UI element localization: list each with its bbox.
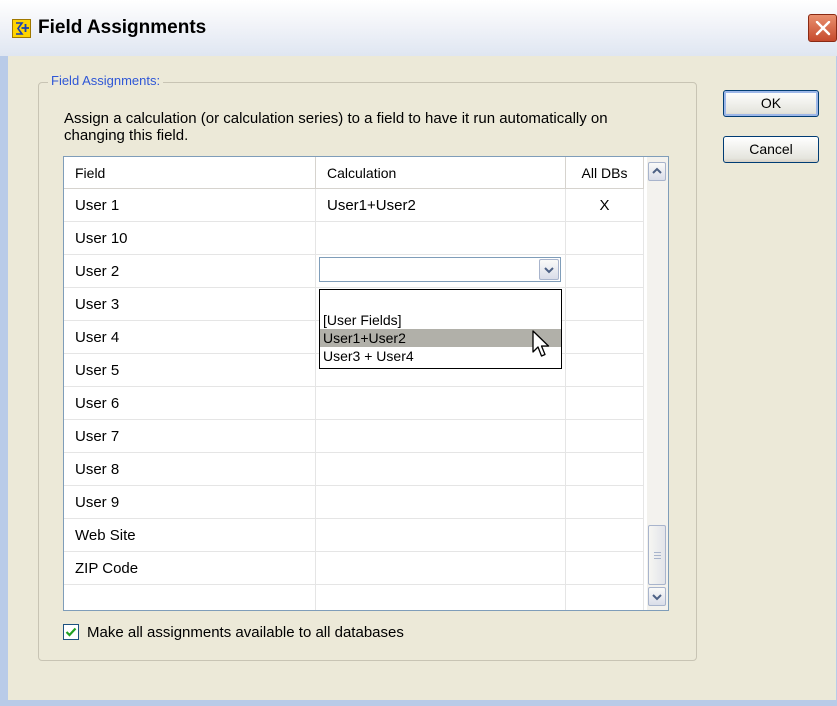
- calculation-cell[interactable]: [316, 486, 566, 519]
- all-dbs-cell[interactable]: [566, 420, 644, 453]
- field-cell[interactable]: User 5: [64, 354, 316, 387]
- table-row[interactable]: User 9: [64, 486, 644, 519]
- calculation-cell[interactable]: [316, 519, 566, 552]
- calculation-cell[interactable]: [316, 420, 566, 453]
- table-row[interactable]: User 10: [64, 222, 644, 255]
- calculation-cell[interactable]: [316, 387, 566, 420]
- scroll-down-icon[interactable]: [648, 587, 666, 606]
- table-row[interactable]: [64, 585, 644, 610]
- dialog-title: Field Assignments: [38, 17, 207, 38]
- scrollbar-thumb[interactable]: [648, 525, 666, 585]
- grip-line: [654, 552, 661, 553]
- all-dbs-cell[interactable]: [566, 453, 644, 486]
- dropdown-option[interactable]: [User Fields]: [320, 311, 561, 329]
- grip-line: [654, 558, 661, 559]
- dropdown-option[interactable]: User3 + User4: [320, 347, 561, 365]
- field-cell[interactable]: User 2: [64, 255, 316, 288]
- field-cell[interactable]: User 9: [64, 486, 316, 519]
- chevron-down-icon[interactable]: [539, 259, 559, 280]
- table-row[interactable]: ZIP Code: [64, 552, 644, 585]
- calculation-cell[interactable]: User1+User2: [316, 189, 566, 222]
- field-cell[interactable]: User 8: [64, 453, 316, 486]
- ok-button[interactable]: OK: [723, 90, 819, 117]
- calculation-cell[interactable]: [316, 552, 566, 585]
- title-bar[interactable]: Field Assignments: [0, 0, 837, 56]
- table-row[interactable]: User 8: [64, 453, 644, 486]
- scroll-up-icon[interactable]: [648, 162, 666, 181]
- all-dbs-cell[interactable]: [566, 519, 644, 552]
- column-header-all-dbs[interactable]: All DBs: [566, 157, 644, 189]
- dropdown-list: [User Fields] User1+User2 User3 + User4: [319, 289, 562, 369]
- calculation-dropdown[interactable]: [319, 257, 561, 282]
- all-databases-checkbox[interactable]: [63, 624, 79, 640]
- all-dbs-cell[interactable]: [566, 486, 644, 519]
- field-cell[interactable]: User 1: [64, 189, 316, 222]
- all-dbs-cell[interactable]: [566, 222, 644, 255]
- field-cell[interactable]: [64, 585, 316, 610]
- field-cell[interactable]: User 3: [64, 288, 316, 321]
- table-row[interactable]: User 1 User1+User2 X: [64, 189, 644, 222]
- field-cell[interactable]: User 4: [64, 321, 316, 354]
- field-cell[interactable]: User 6: [64, 387, 316, 420]
- field-cell[interactable]: Web Site: [64, 519, 316, 552]
- all-dbs-cell[interactable]: [566, 288, 644, 321]
- grip-line: [654, 555, 661, 556]
- table-row[interactable]: User 7: [64, 420, 644, 453]
- calculation-cell[interactable]: [316, 453, 566, 486]
- all-dbs-cell[interactable]: X: [566, 189, 644, 222]
- all-dbs-cell[interactable]: [566, 354, 644, 387]
- description-text: Assign a calculation (or calculation ser…: [64, 110, 608, 144]
- all-dbs-cell[interactable]: [566, 552, 644, 585]
- vertical-scrollbar[interactable]: [647, 157, 668, 610]
- all-dbs-cell[interactable]: [566, 387, 644, 420]
- checkbox-label[interactable]: Make all assignments available to all da…: [87, 624, 404, 641]
- dropdown-option[interactable]: [320, 292, 561, 310]
- column-header-calculation[interactable]: Calculation: [316, 157, 566, 189]
- group-label: Field Assignments:: [48, 73, 164, 88]
- mouse-pointer-icon: [531, 330, 553, 366]
- all-dbs-cell[interactable]: [566, 255, 644, 288]
- calculation-cell[interactable]: [316, 585, 566, 610]
- all-dbs-cell[interactable]: [566, 321, 644, 354]
- column-header-field[interactable]: Field: [64, 157, 316, 189]
- field-cell[interactable]: ZIP Code: [64, 552, 316, 585]
- field-cell[interactable]: User 10: [64, 222, 316, 255]
- table-row[interactable]: User 6: [64, 387, 644, 420]
- sigma-plus-icon: [12, 19, 31, 38]
- close-icon[interactable]: [808, 14, 837, 42]
- table-row[interactable]: Web Site: [64, 519, 644, 552]
- assignments-grid: Field Calculation All DBs User 1 User1+U…: [63, 156, 669, 611]
- cancel-button[interactable]: Cancel: [723, 136, 819, 163]
- calculation-cell[interactable]: [316, 222, 566, 255]
- dropdown-option-selected[interactable]: User1+User2: [320, 329, 561, 347]
- all-dbs-cell[interactable]: [566, 585, 644, 610]
- field-cell[interactable]: User 7: [64, 420, 316, 453]
